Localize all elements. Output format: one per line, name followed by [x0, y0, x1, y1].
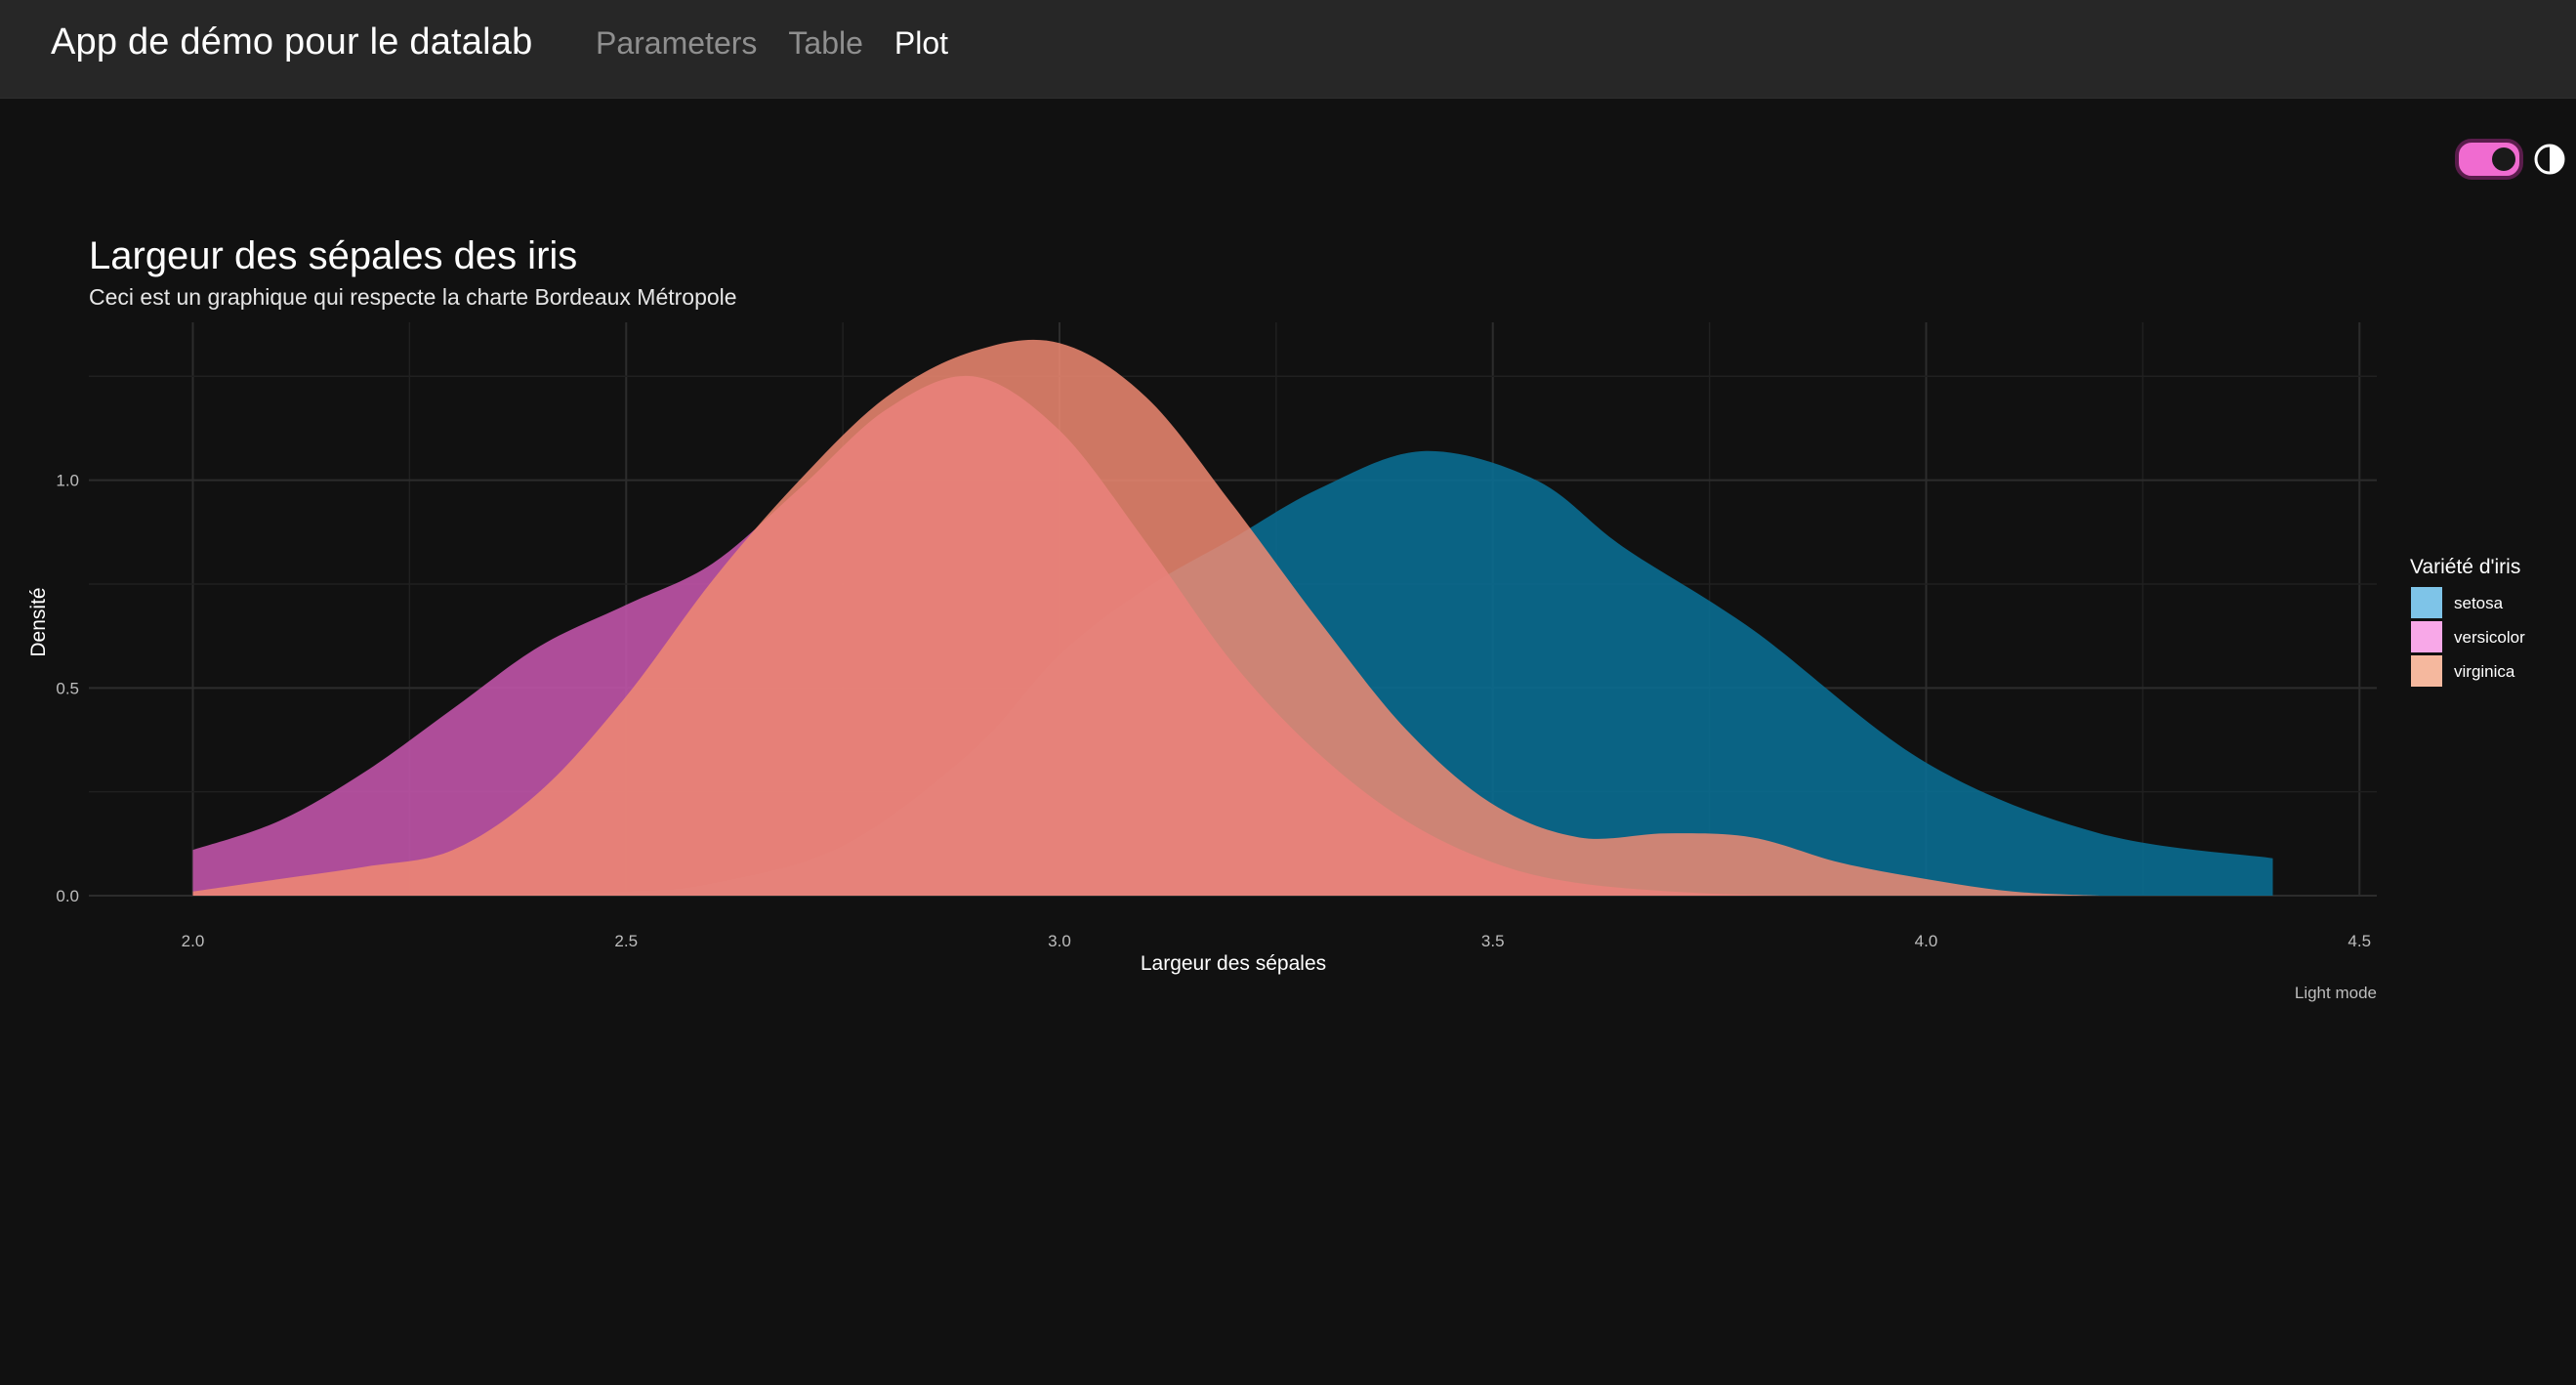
chart-subtitle: Ceci est un graphique qui respecte la ch…	[89, 284, 737, 310]
y-axis-title: Densité	[27, 587, 50, 656]
density-areas	[192, 339, 2273, 896]
chart-caption: Light mode	[2295, 984, 2377, 1002]
legend-swatch-versicolor	[2411, 621, 2442, 652]
x-tick-label: 3.5	[1481, 932, 1505, 950]
legend: Variété d'iris setosa versicolor virginica	[2410, 556, 2525, 687]
y-axis-ticks: 0.0 0.5 1.0	[56, 472, 79, 905]
x-tick-label: 4.0	[1915, 932, 1938, 950]
y-tick-label: 0.5	[56, 679, 79, 697]
x-tick-label: 2.5	[614, 932, 638, 950]
y-tick-label: 0.0	[56, 887, 79, 905]
legend-label-versicolor: versicolor	[2454, 628, 2525, 647]
legend-label-virginica: virginica	[2454, 662, 2515, 681]
y-tick-label: 1.0	[56, 472, 79, 490]
legend-title: Variété d'iris	[2410, 556, 2520, 578]
x-tick-label: 2.0	[182, 932, 205, 950]
legend-label-setosa: setosa	[2454, 594, 2504, 612]
x-axis-ticks: 2.0 2.5 3.0 3.5 4.0 4.5	[182, 932, 2371, 950]
x-tick-label: 3.0	[1048, 932, 1071, 950]
x-axis-title: Largeur des sépales	[1141, 952, 1326, 975]
density-chart: Largeur des sépales des iris Ceci est un…	[27, 234, 2525, 1002]
legend-swatch-setosa	[2411, 587, 2442, 618]
chart-title: Largeur des sépales des iris	[89, 234, 577, 277]
x-tick-label: 4.5	[2347, 932, 2371, 950]
legend-swatch-virginica	[2411, 655, 2442, 687]
